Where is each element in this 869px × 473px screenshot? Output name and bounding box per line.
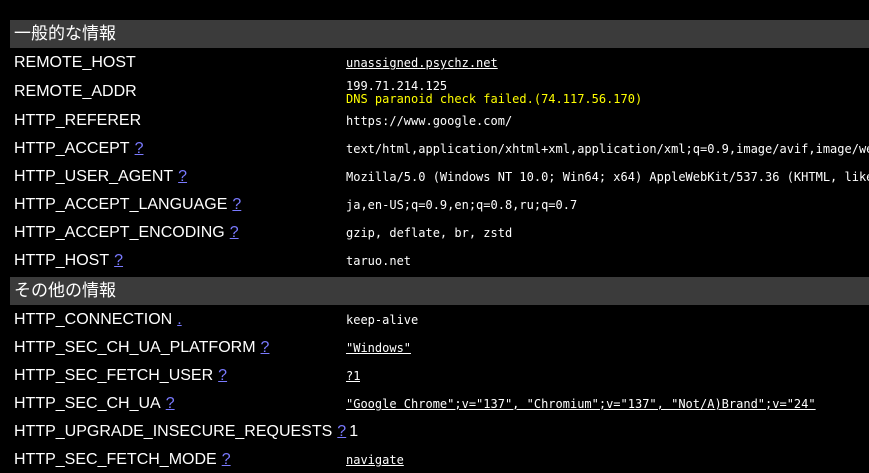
row-sec-ch-ua: HTTP_SEC_CH_UA? "Google Chrome";v="137",… [0, 390, 869, 418]
value-sec-ch-ua-platform: "Windows" [346, 341, 412, 355]
key-upgrade-insecure-requests-wrap: HTTP_UPGRADE_INSECURE_REQUESTS? 1 [14, 418, 358, 446]
key-sec-ch-ua: HTTP_SEC_CH_UA [14, 395, 161, 412]
value-remote-host[interactable]: unassigned.psychz.net [346, 49, 498, 77]
key-upgrade-insecure-requests: HTTP_UPGRADE_INSECURE_REQUESTS [14, 423, 333, 440]
value-sec-ch-ua: "Google Chrome";v="137", "Chromium";v="1… [346, 397, 816, 411]
value-http-accept-language: ja,en-US;q=0.9,en;q=0.8,ru;q=0.7 [346, 198, 578, 212]
row-sec-ch-ua-platform: HTTP_SEC_CH_UA_PLATFORM? "Windows" [0, 334, 869, 362]
key-http-user-agent-wrap: HTTP_USER_AGENT? [14, 163, 187, 191]
section-header-general: 一般的な情報 [10, 20, 869, 48]
row-http-referer: HTTP_REFERER https://www.google.com/ [0, 107, 869, 135]
value-http-user-agent: Mozilla/5.0 (Windows NT 10.0; Win64; x64… [346, 170, 869, 184]
key-http-accept: HTTP_ACCEPT [14, 140, 130, 157]
key-http-referer: HTTP_REFERER [14, 112, 142, 129]
key-http-accept-language: HTTP_ACCEPT_LANGUAGE [14, 196, 228, 213]
help-link-http-user-agent[interactable]: ? [178, 168, 187, 185]
key-remote-host: REMOTE_HOST [14, 54, 136, 71]
key-sec-fetch-user: HTTP_SEC_FETCH_USER [14, 367, 214, 384]
help-link-http-accept-language[interactable]: ? [232, 196, 241, 213]
value-http-host: taruo.net [346, 254, 412, 268]
help-link-upgrade-insecure-requests[interactable]: ? [337, 423, 346, 440]
row-http-accept-language: HTTP_ACCEPT_LANGUAGE? ja,en-US;q=0.9,en;… [0, 191, 869, 219]
row-remote-addr: REMOTE_ADDR 199.71.214.125 DNS paranoid … [0, 78, 869, 106]
key-http-accept-encoding-wrap: HTTP_ACCEPT_ENCODING? [14, 219, 239, 247]
key-http-accept-language-wrap: HTTP_ACCEPT_LANGUAGE? [14, 191, 241, 219]
help-link-sec-ch-ua-platform[interactable]: ? [261, 339, 270, 356]
key-http-accept-encoding: HTTP_ACCEPT_ENCODING [14, 224, 225, 241]
value-upgrade-insecure-requests: 1 [349, 423, 359, 440]
help-link-sec-fetch-mode[interactable]: ? [222, 451, 231, 468]
dns-warning-text: DNS paranoid check failed.(74.117.56.170… [346, 92, 643, 106]
value-http-accept: text/html,application/xhtml+xml,applicat… [346, 142, 869, 156]
row-http-connection: HTTP_CONNECTION. keep-alive [0, 306, 869, 334]
key-http-accept-wrap: HTTP_ACCEPT? [14, 135, 143, 163]
key-sec-ch-ua-wrap: HTTP_SEC_CH_UA? [14, 390, 175, 418]
help-link-sec-ch-ua[interactable]: ? [166, 395, 175, 412]
value-http-accept-encoding: gzip, deflate, br, zstd [346, 226, 513, 240]
help-link-http-connection[interactable]: . [177, 311, 181, 328]
key-sec-fetch-user-wrap: HTTP_SEC_FETCH_USER? [14, 362, 227, 390]
help-link-http-host[interactable]: ? [114, 252, 123, 269]
section-header-other: その他の情報 [10, 277, 869, 305]
key-remote-addr: REMOTE_ADDR [14, 83, 137, 100]
row-sec-fetch-user: HTTP_SEC_FETCH_USER? ?1 [0, 362, 869, 390]
value-remote-addr-block: 199.71.214.125 DNS paranoid check failed… [346, 80, 642, 108]
help-link-http-accept[interactable]: ? [135, 140, 144, 157]
row-http-accept-encoding: HTTP_ACCEPT_ENCODING? gzip, deflate, br,… [0, 219, 869, 247]
value-sec-fetch-user: ?1 [346, 369, 361, 383]
value-http-connection: keep-alive [346, 313, 419, 327]
key-sec-fetch-mode: HTTP_SEC_FETCH_MODE [14, 451, 217, 468]
key-sec-ch-ua-platform: HTTP_SEC_CH_UA_PLATFORM [14, 339, 256, 356]
row-sec-fetch-mode: HTTP_SEC_FETCH_MODE? navigate [0, 446, 869, 473]
value-http-referer: https://www.google.com/ [346, 114, 513, 128]
key-http-connection-wrap: HTTP_CONNECTION. [14, 306, 182, 334]
help-link-sec-fetch-user[interactable]: ? [218, 367, 227, 384]
key-http-user-agent: HTTP_USER_AGENT [14, 168, 174, 185]
key-sec-ch-ua-platform-wrap: HTTP_SEC_CH_UA_PLATFORM? [14, 334, 269, 362]
server-env-page: 一般的な情報 REMOTE_HOST unassigned.psychz.net… [0, 0, 869, 473]
key-http-host-wrap: HTTP_HOST? [14, 247, 123, 275]
row-http-user-agent: HTTP_USER_AGENT? Mozilla/5.0 (Windows NT… [0, 163, 869, 191]
help-link-http-accept-encoding[interactable]: ? [230, 224, 239, 241]
key-http-connection: HTTP_CONNECTION [14, 311, 173, 328]
row-http-accept: HTTP_ACCEPT? text/html,application/xhtml… [0, 135, 869, 163]
row-remote-host: REMOTE_HOST unassigned.psychz.net [0, 49, 869, 77]
row-upgrade-insecure-requests: HTTP_UPGRADE_INSECURE_REQUESTS? 1 [0, 418, 869, 446]
key-http-host: HTTP_HOST [14, 252, 110, 269]
row-http-host: HTTP_HOST? taruo.net [0, 247, 869, 275]
value-sec-fetch-mode: navigate [346, 453, 404, 467]
key-sec-fetch-mode-wrap: HTTP_SEC_FETCH_MODE? [14, 446, 231, 473]
